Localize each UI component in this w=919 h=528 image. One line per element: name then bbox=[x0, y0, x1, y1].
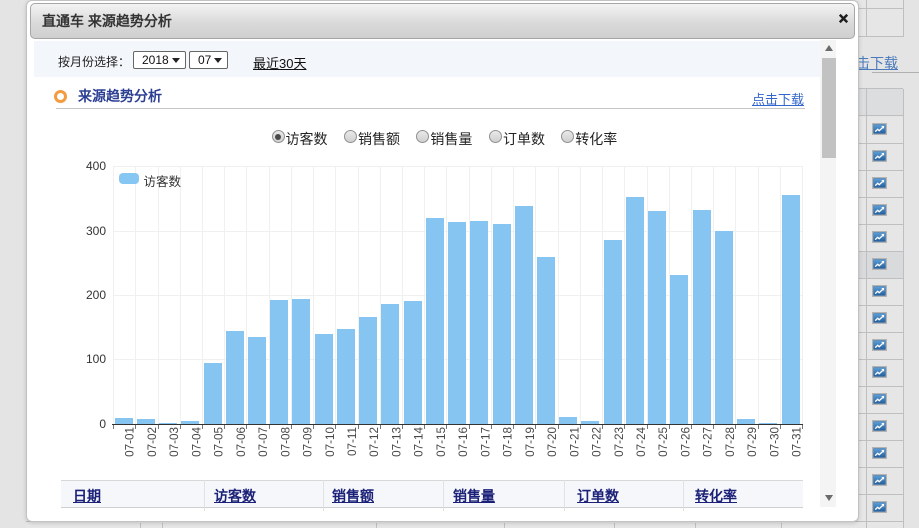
svg-text:07-24: 07-24 bbox=[635, 427, 648, 457]
svg-text:07-27: 07-27 bbox=[702, 427, 715, 457]
svg-text:07-28: 07-28 bbox=[724, 427, 737, 457]
svg-text:07-10: 07-10 bbox=[324, 427, 337, 457]
svg-text:07-04: 07-04 bbox=[190, 427, 203, 457]
svg-text:07-09: 07-09 bbox=[302, 427, 315, 457]
svg-text:07-18: 07-18 bbox=[502, 427, 515, 457]
svg-text:07-03: 07-03 bbox=[168, 427, 181, 457]
svg-text:07-29: 07-29 bbox=[746, 427, 759, 457]
svg-text:07-13: 07-13 bbox=[391, 427, 404, 457]
svg-text:07-25: 07-25 bbox=[657, 427, 670, 457]
svg-text:07-20: 07-20 bbox=[546, 427, 559, 457]
svg-text:07-06: 07-06 bbox=[235, 427, 248, 457]
svg-text:07-19: 07-19 bbox=[524, 427, 537, 457]
svg-text:07-26: 07-26 bbox=[680, 427, 693, 457]
svg-text:07-02: 07-02 bbox=[146, 427, 159, 457]
svg-text:07-01: 07-01 bbox=[124, 427, 137, 457]
svg-text:07-07: 07-07 bbox=[257, 427, 270, 457]
svg-text:07-22: 07-22 bbox=[591, 427, 604, 457]
svg-text:07-08: 07-08 bbox=[279, 427, 292, 457]
svg-text:07-05: 07-05 bbox=[213, 427, 226, 457]
svg-text:07-12: 07-12 bbox=[368, 427, 381, 457]
svg-text:07-30: 07-30 bbox=[768, 427, 781, 457]
svg-text:07-31: 07-31 bbox=[791, 427, 804, 457]
svg-text:07-15: 07-15 bbox=[435, 427, 448, 457]
svg-text:07-16: 07-16 bbox=[457, 427, 470, 457]
svg-text:07-17: 07-17 bbox=[479, 427, 492, 457]
svg-text:07-11: 07-11 bbox=[346, 427, 359, 456]
svg-text:07-21: 07-21 bbox=[568, 427, 581, 457]
svg-text:07-23: 07-23 bbox=[613, 427, 626, 457]
svg-text:07-14: 07-14 bbox=[413, 427, 426, 457]
